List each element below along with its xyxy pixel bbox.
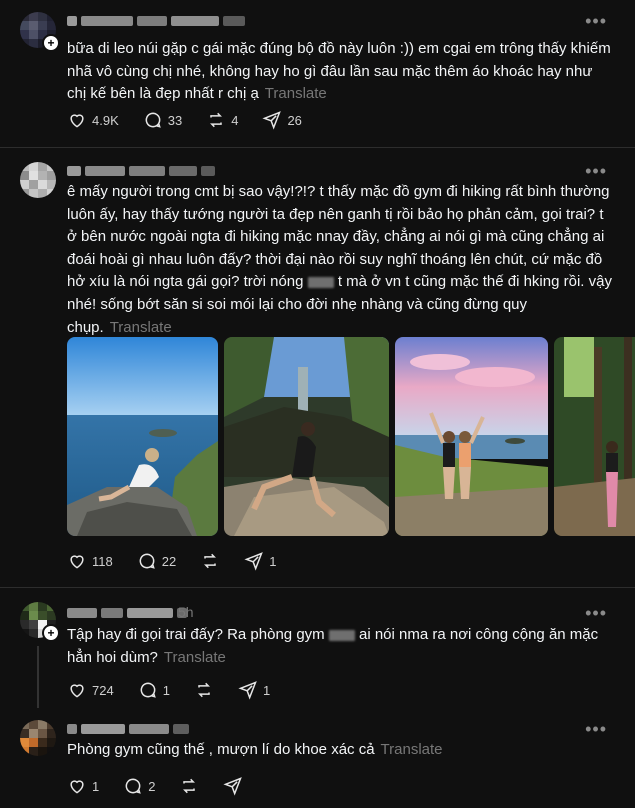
share-count: 26: [287, 112, 302, 128]
like-count: 724: [92, 682, 114, 698]
photo-2[interactable]: [224, 337, 389, 536]
heart-icon: [70, 684, 84, 698]
username-redacted[interactable]: [67, 604, 191, 619]
share-icon: [238, 681, 257, 700]
avatar[interactable]: [20, 162, 56, 198]
more-icon[interactable]: •••: [585, 604, 607, 622]
share-icon: [244, 552, 264, 571]
repost-count: 4: [231, 112, 239, 128]
share-icon: [262, 111, 282, 130]
follow-plus-icon[interactable]: +: [42, 624, 60, 642]
post-actions: 724 1 1: [67, 680, 294, 700]
heart-icon: [70, 114, 84, 128]
post-actions: 4.9K 33 4 26: [67, 110, 326, 130]
photo-4[interactable]: [554, 337, 635, 536]
comment-count: 33: [167, 112, 183, 128]
share-button[interactable]: 1: [244, 551, 276, 571]
translate-link[interactable]: Translate: [381, 741, 443, 758]
comment-count: 22: [161, 553, 177, 569]
share-button[interactable]: [223, 776, 243, 796]
post-1: + ••• bữa di leo núi gặp c gái mặc đúng …: [0, 0, 635, 147]
translate-link[interactable]: Translate: [265, 85, 327, 102]
like-button[interactable]: 724: [67, 680, 114, 700]
repost-button[interactable]: [179, 776, 199, 796]
post-text: Phòng gym cũng thế , mượn lí do khoe xác…: [67, 741, 443, 758]
comment-icon: [125, 778, 142, 794]
share-button[interactable]: 1: [238, 680, 270, 700]
post-text: Tập hay đi gọi trai đấy? Ra phòng gym ai…: [67, 626, 599, 666]
share-icon: [223, 777, 243, 796]
comment-count: 2: [148, 778, 156, 794]
comment-button[interactable]: 1: [138, 680, 170, 700]
comment-button[interactable]: 22: [137, 551, 176, 571]
like-button[interactable]: 118: [67, 551, 113, 571]
censored-word: [307, 276, 334, 288]
avatar[interactable]: [20, 720, 56, 756]
photo-1[interactable]: [67, 337, 218, 536]
repost-button[interactable]: 4: [206, 110, 238, 130]
repost-icon: [197, 682, 210, 698]
more-icon[interactable]: •••: [585, 12, 607, 30]
share-count: 1: [262, 682, 271, 698]
heart-icon: [70, 555, 84, 569]
repost-icon: [210, 112, 223, 128]
post-3: + 5h ••• Tập hay đi gọi trai đấy? Ra phò…: [0, 588, 635, 708]
like-button[interactable]: 1: [67, 776, 99, 796]
repost-icon: [183, 778, 196, 794]
comment-icon: [139, 553, 155, 569]
username-redacted[interactable]: [67, 162, 219, 177]
post-actions: 118 22 1: [67, 551, 300, 571]
comment-icon: [145, 112, 161, 128]
like-count: 118: [92, 553, 113, 569]
comment-icon: [140, 682, 156, 698]
more-icon[interactable]: •••: [585, 720, 607, 738]
more-icon[interactable]: •••: [585, 162, 607, 180]
like-button[interactable]: 4.9K: [67, 110, 119, 130]
post-2: ••• ê mấy người trong cmt bị sao vậy!?!?…: [0, 148, 635, 586]
post-text: bữa di leo núi gặp c gái mặc đúng bộ đồ …: [67, 40, 611, 103]
like-count: 4.9K: [92, 112, 119, 128]
heart-icon: [70, 780, 84, 794]
repost-button[interactable]: [194, 680, 214, 700]
comment-count: 1: [162, 682, 170, 698]
comment-button[interactable]: 2: [123, 776, 155, 796]
photo-3[interactable]: [395, 337, 548, 536]
share-count: 1: [269, 553, 277, 569]
censored-word: [328, 629, 355, 641]
comment-button[interactable]: 33: [143, 110, 182, 130]
translate-link[interactable]: Translate: [164, 649, 226, 666]
post-text: ê mấy người trong cmt bị sao vậy!?!? t t…: [67, 183, 612, 336]
photo-carousel[interactable]: [67, 337, 635, 537]
like-count: 1: [92, 778, 100, 794]
repost-button[interactable]: [200, 551, 220, 571]
username-redacted[interactable]: [67, 720, 193, 735]
username-redacted[interactable]: [67, 12, 249, 27]
share-button[interactable]: 26: [262, 110, 302, 130]
post-4: ••• Phòng gym cũng thế , mượn lí do khoe…: [0, 708, 635, 808]
post-time: 5h: [178, 604, 194, 620]
translate-link[interactable]: Translate: [110, 319, 172, 336]
follow-plus-icon[interactable]: +: [42, 34, 60, 52]
post-actions: 1 2: [67, 776, 267, 796]
repost-icon: [204, 553, 217, 569]
